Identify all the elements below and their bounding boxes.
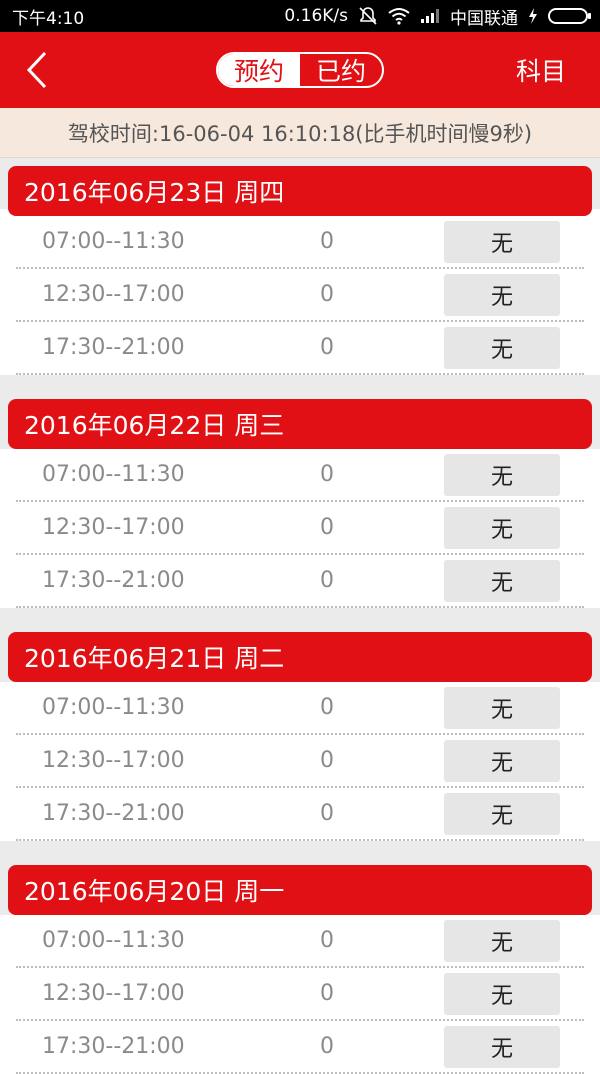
slot-status-button[interactable]: 无 — [444, 793, 560, 835]
day-header: 2016年06月22日 周三 — [8, 399, 592, 449]
slot-row: 17:30--21:00 0 无 — [16, 788, 584, 841]
slot-row: 17:30--21:00 0 无 — [16, 1021, 584, 1074]
slot-time: 12:30--17:00 — [42, 282, 185, 307]
network-speed: 0.16K/s — [284, 6, 348, 26]
slot-row: 12:30--17:00 0 无 — [16, 735, 584, 788]
slot-row: 07:00--11:30 0 无 — [16, 915, 584, 968]
day-section: 2016年06月20日 周一 07:00--11:30 0 无 12:30--1… — [0, 841, 600, 1074]
slot-time: 12:30--17:00 — [42, 515, 185, 540]
slot-time: 12:30--17:00 — [42, 748, 185, 773]
slot-time: 07:00--11:30 — [42, 462, 185, 487]
day-section: 2016年06月21日 周二 07:00--11:30 0 无 12:30--1… — [0, 608, 600, 841]
slot-status-button[interactable]: 无 — [444, 327, 560, 369]
chevron-left-icon — [26, 51, 47, 89]
slot-row: 12:30--17:00 0 无 — [16, 968, 584, 1021]
school-time-notice: 驾校时间:16-06-04 16:10:18(比手机时间慢9秒) — [0, 108, 600, 158]
slot-row: 12:30--17:00 0 无 — [16, 269, 584, 322]
tab-booked[interactable]: 已约 — [300, 54, 382, 86]
day-header: 2016年06月21日 周二 — [8, 632, 592, 682]
slot-list: 07:00--11:30 0 无 12:30--17:00 0 无 17:30-… — [0, 915, 600, 1074]
slot-time: 17:30--21:00 — [42, 335, 185, 360]
wifi-icon — [388, 7, 410, 25]
slot-status-button[interactable]: 无 — [444, 973, 560, 1015]
status-time: 下午4:10 — [12, 8, 85, 29]
slot-row: 17:30--21:00 0 无 — [16, 555, 584, 608]
day-header: 2016年06月20日 周一 — [8, 865, 592, 915]
slot-status-button[interactable]: 无 — [444, 507, 560, 549]
slot-status-button[interactable]: 无 — [444, 221, 560, 263]
back-button[interactable] — [20, 50, 54, 90]
slot-time: 12:30--17:00 — [42, 981, 185, 1006]
slot-time: 17:30--21:00 — [42, 801, 185, 826]
slot-time: 07:00--11:30 — [42, 928, 185, 953]
status-right: 0.16K/s 中国联通 — [284, 4, 591, 29]
slot-time: 17:30--21:00 — [42, 568, 185, 593]
slot-row: 07:00--11:30 0 无 — [16, 216, 584, 269]
slot-time: 17:30--21:00 — [42, 1034, 185, 1059]
slot-status-button[interactable]: 无 — [444, 1026, 560, 1068]
subject-button[interactable]: 科目 — [516, 52, 566, 88]
slot-time: 07:00--11:30 — [42, 229, 185, 254]
status-bar: 下午4:10 0.16K/s 中国联通 — [0, 0, 600, 32]
slot-row: 17:30--21:00 0 无 — [16, 322, 584, 375]
slot-row: 12:30--17:00 0 无 — [16, 502, 584, 555]
slot-status-button[interactable]: 无 — [444, 687, 560, 729]
tab-book[interactable]: 预约 — [218, 54, 300, 86]
carrier-name: 中国联通 — [450, 8, 518, 29]
charging-icon — [528, 8, 538, 24]
battery-icon — [548, 8, 591, 24]
slot-row: 07:00--11:30 0 无 — [16, 682, 584, 735]
signal-icon — [420, 8, 440, 24]
slot-row: 07:00--11:30 0 无 — [16, 449, 584, 502]
slot-status-button[interactable]: 无 — [444, 454, 560, 496]
days-list: 2016年06月23日 周四 07:00--11:30 0 无 12:30--1… — [0, 158, 600, 1074]
slot-status-button[interactable]: 无 — [444, 560, 560, 602]
slot-status-button[interactable]: 无 — [444, 274, 560, 316]
slot-list: 07:00--11:30 0 无 12:30--17:00 0 无 17:30-… — [0, 682, 600, 841]
bell-off-icon — [358, 6, 378, 26]
slot-time: 07:00--11:30 — [42, 695, 185, 720]
slot-status-button[interactable]: 无 — [444, 920, 560, 962]
slot-list: 07:00--11:30 0 无 12:30--17:00 0 无 17:30-… — [0, 209, 600, 375]
slot-status-button[interactable]: 无 — [444, 740, 560, 782]
day-section: 2016年06月22日 周三 07:00--11:30 0 无 12:30--1… — [0, 375, 600, 608]
top-bar: 预约 已约 科目 — [0, 32, 600, 108]
slot-list: 07:00--11:30 0 无 12:30--17:00 0 无 17:30-… — [0, 449, 600, 608]
day-section: 2016年06月23日 周四 07:00--11:30 0 无 12:30--1… — [0, 158, 600, 375]
day-header: 2016年06月23日 周四 — [8, 166, 592, 216]
booking-tabs: 预约 已约 — [216, 52, 384, 88]
